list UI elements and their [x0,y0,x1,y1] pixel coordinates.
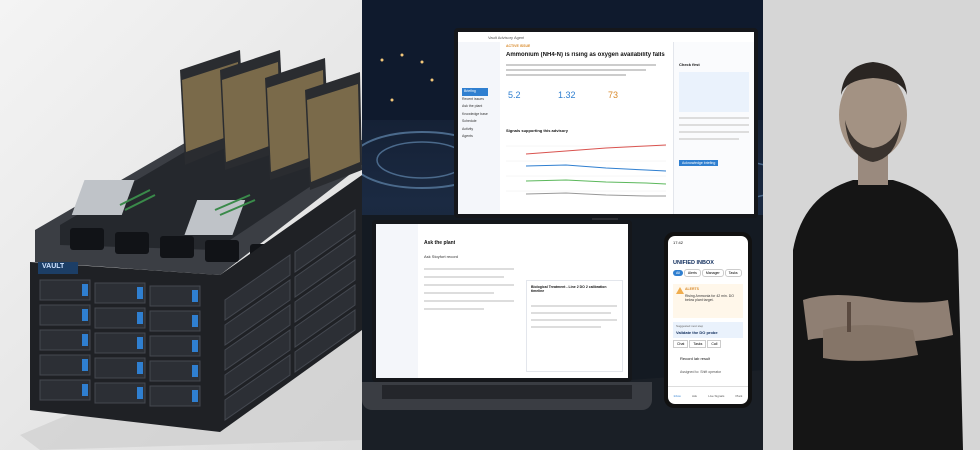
phone-bottom-nav: Inbox Ask Live Signals Plant [668,386,748,404]
sidebar-item-ask[interactable]: Ask the plant [462,103,488,111]
phone-actions: Chat Tasks Call [673,340,722,348]
phone-alert-tag: ALERTS [685,287,699,291]
sidebar-item-activity[interactable]: Activity [462,126,488,134]
filter-tasks[interactable]: Tasks [724,269,742,277]
nav-ask[interactable]: Ask [692,394,697,398]
monitor-app-name: Vault Advisory Agent [488,35,525,40]
laptop-bezel: Ask the plant Ask Stoyfort record Biolog… [372,220,632,382]
server-photo: VAULT [0,0,362,450]
laptop-card-title: Biological Treatment - Line 2 DO 2 calib… [531,285,607,293]
monitor-paragraph [506,64,656,82]
monitor-sidebar-items: Briefing Recent issues Ask the plant Kno… [462,88,488,141]
phone-time: 17:42 [673,240,684,245]
phone-screen: 17:42 UNIFIED INBOX All Alerts Manager T… [668,236,748,404]
server-illustration [20,50,362,450]
stat-value-2: 1.32 [558,90,576,100]
action-chat[interactable]: Chat [673,340,689,348]
phone-suggested[interactable]: Suggested next step Validate the DO prob… [673,322,743,338]
devices-photo: Vault Advisory Agent Briefing Recent iss… [362,0,763,450]
phone-suggested-text: Validate the DO probe [676,330,718,335]
portrait-photo [763,0,980,450]
phone-suggested-label: Suggested next step [676,324,704,328]
right-panel-title: Check first [679,62,700,67]
laptop-screen: Ask the plant Ask Stoyfort record Biolog… [376,224,628,378]
stat-value-3: 73 [608,90,619,100]
sidebar-item-knowledge[interactable]: Knowledge base [462,111,488,119]
sidebar-item-briefing[interactable]: Briefing [462,88,488,96]
monitor-banner: ACTIVE ISSUE [506,44,531,48]
laptop-window-title: Ask the plant [424,240,456,246]
monitor-headline: Ammonium (NH4-N) is rising as oxygen ava… [506,52,665,58]
server-brand-label: VAULT [42,263,65,270]
action-call[interactable]: Call [707,340,722,348]
phone-alert-text: Rising Ammonia for 42 min. DO below plan… [685,294,735,302]
action-tasks[interactable]: Tasks [689,340,707,348]
laptop-card: Biological Treatment - Line 2 DO 2 calib… [526,280,623,372]
phone-alert-card[interactable]: ALERTS Rising Ammonia for 42 min. DO bel… [673,284,743,318]
monitor-right-panel: Check first Acknowledge briefing [673,42,754,214]
person-illustration [763,0,980,450]
sidebar-item-agents[interactable]: Agents [462,133,488,141]
monitor-sidebar: Briefing Recent issues Ask the plant Kno… [458,42,500,214]
nav-plant[interactable]: Plant [736,394,743,398]
phone-title: UNIFIED INBOX [673,260,714,266]
monitor-bezel: Vault Advisory Agent Briefing Recent iss… [454,28,758,218]
sidebar-item-recent[interactable]: Recent issues [462,96,488,104]
phone-body: 17:42 UNIFIED INBOX All Alerts Manager T… [664,232,752,408]
phone-filters: All Alerts Manager Tasks [673,269,742,277]
signals-chart [506,144,666,197]
warning-icon [676,287,684,294]
stat-value-1: 5.2 [508,90,521,100]
filter-alerts[interactable]: Alerts [683,269,701,277]
filter-all[interactable]: All [673,270,683,276]
phone-list-item-1[interactable]: Record lab result [680,356,710,361]
laptop-keyboard-base [362,382,652,410]
laptop-question-title: Ask Stoyfort record [424,254,459,259]
chart-title: Signals supporting this advisory [506,128,569,133]
acknowledge-button[interactable]: Acknowledge briefing [679,160,719,166]
sidebar-item-schedule[interactable]: Schedule [462,118,488,126]
phone-list-item-2[interactable]: Assigned to: Shift operator [680,370,721,374]
nav-live-signals[interactable]: Live Signals [708,394,724,398]
monitor-screen: Vault Advisory Agent Briefing Recent iss… [458,32,754,214]
filter-manager[interactable]: Manager [701,269,724,277]
nav-inbox[interactable]: Inbox [674,394,681,398]
